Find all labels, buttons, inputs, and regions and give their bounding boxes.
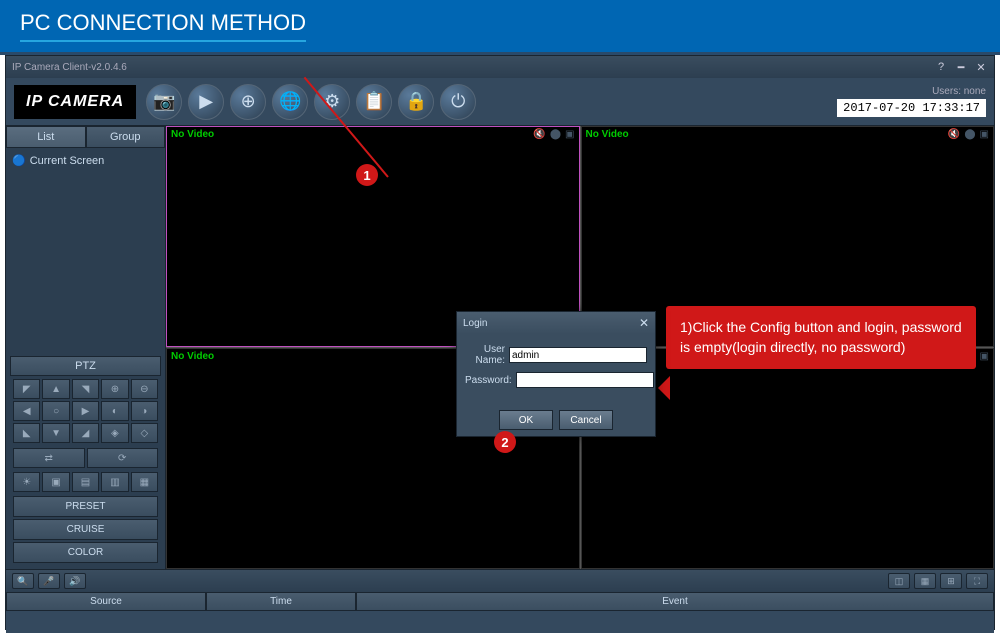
marker-2: 2 [494,431,516,453]
camera-icon[interactable]: 📷 [146,84,182,120]
pane-label: No Video [171,129,214,140]
cancel-button[interactable]: Cancel [559,410,613,430]
ptz-aux2-icon[interactable]: ▤ [72,472,99,492]
ptz-zoom-in-icon[interactable]: ⊕ [101,379,128,399]
banner-title: PC CONNECTION METHOD [20,10,306,42]
instruction-callout: 1)Click the Config button and login, pas… [666,306,976,369]
bottom-panel: 🔍 🎤 🔊 ◫ ▦ ⊞ ⛶ Source Time Event [6,569,994,629]
play-icon[interactable]: ▶ [188,84,224,120]
snap-icon[interactable]: ▣ [980,351,989,362]
col-source: Source [6,592,206,611]
mute-icon[interactable]: 🔇 [533,129,545,140]
timestamp: 2017-07-20 17:33:17 [837,99,986,117]
event-log: Source Time Event [6,592,994,630]
ptz-down-right-icon[interactable]: ◢ [72,423,99,443]
lock-icon[interactable]: 🔒 [398,84,434,120]
help-icon[interactable]: ? [934,60,948,74]
ptz-down-left-icon[interactable]: ◣ [13,423,40,443]
titlebar: IP Camera Client-v2.0.4.6 ? ━ ✕ [6,56,994,78]
ok-button[interactable]: OK [499,410,553,430]
login-dialog: Login ✕ User Name: Password: OK Cancel [456,311,656,437]
preset-button[interactable]: PRESET [13,496,158,517]
snap-icon[interactable]: ▣ [980,129,989,140]
config-gear-icon[interactable]: ⚙ [314,84,350,120]
globe-icon[interactable]: 🌐 [272,84,308,120]
minimize-icon[interactable]: ━ [954,60,968,74]
mic-icon[interactable]: 🎤 [38,573,60,589]
tab-group[interactable]: Group [86,126,166,148]
tree-item-label: Current Screen [30,155,105,167]
main-toolbar: 📷 ▶ ⊕ 🌐 ⚙ 📋 🔒 ⏻ [146,84,476,120]
mute-icon[interactable]: 🔇 [948,129,960,140]
ptz-up-left-icon[interactable]: ◤ [13,379,40,399]
speaker-icon[interactable]: 🔊 [64,573,86,589]
ptz-iris-out-icon[interactable]: ◇ [131,423,158,443]
dialog-title: Login [463,318,487,329]
ptz-focus-in-icon[interactable]: ◐ [101,401,128,421]
marker-1: 1 [356,164,378,186]
ptz-aux4-icon[interactable]: ▦ [131,472,158,492]
ptz-iris-in-icon[interactable]: ◈ [101,423,128,443]
ptz-aux1-icon[interactable]: ▣ [42,472,69,492]
color-button[interactable]: COLOR [13,542,158,563]
tree-current-screen[interactable]: 🔵 Current Screen [12,154,159,167]
ptz-down-icon[interactable]: ▼ [42,423,69,443]
window-title: IP Camera Client-v2.0.4.6 [12,62,127,73]
layout3-icon[interactable]: ⊞ [940,573,962,589]
col-event: Event [356,592,994,611]
username-label: User Name: [465,344,505,366]
password-input[interactable] [516,372,654,388]
close-icon[interactable]: ✕ [974,60,988,74]
password-label: Password: [465,375,512,386]
pane-label: No Video [171,351,214,362]
ptz-up-right-icon[interactable]: ◥ [72,379,99,399]
record-icon[interactable]: ⊕ [230,84,266,120]
callout-text: 1)Click the Config button and login, pas… [680,319,962,355]
logo: IP CAMERA [14,85,136,119]
users-label: Users: none [837,86,986,97]
username-input[interactable] [509,347,647,363]
ptz-light-icon[interactable]: ☀ [13,472,40,492]
snap-icon[interactable]: ▣ [565,129,574,140]
app-window: IP Camera Client-v2.0.4.6 ? ━ ✕ IP CAMER… [5,55,995,630]
doc-banner: PC CONNECTION METHOD [0,0,1000,55]
rec-icon[interactable]: ⬤ [550,129,561,140]
search-icon[interactable]: 🔍 [12,573,34,589]
cruise-button[interactable]: CRUISE [13,519,158,540]
screen-icon: 🔵 [12,154,26,167]
fullscreen-icon[interactable]: ⛶ [966,573,988,589]
ptz-left-icon[interactable]: ◀ [13,401,40,421]
ptz-up-icon[interactable]: ▲ [42,379,69,399]
ptz-swap-icon[interactable]: ⇄ [13,448,85,468]
ptz-zoom-out-icon[interactable]: ⊖ [131,379,158,399]
pane-label: No Video [586,129,629,140]
power-icon[interactable]: ⏻ [440,84,476,120]
tab-list[interactable]: List [6,126,86,148]
ptz-center-icon[interactable]: ○ [42,401,69,421]
dialog-close-icon[interactable]: ✕ [639,316,649,330]
layout2-icon[interactable]: ▦ [914,573,936,589]
ptz-title: PTZ [10,356,161,376]
sidebar: List Group 🔵 Current Screen PTZ ◤ ▲ ◥ ⊕ … [6,126,166,569]
ptz-aux3-icon[interactable]: ▥ [101,472,128,492]
ptz-right-icon[interactable]: ▶ [72,401,99,421]
header: IP CAMERA 📷 ▶ ⊕ 🌐 ⚙ 📋 🔒 ⏻ Users: none 20… [6,78,994,126]
ptz-sync-icon[interactable]: ⟳ [87,448,159,468]
log-icon[interactable]: 📋 [356,84,392,120]
col-time: Time [206,592,356,611]
layout1-icon[interactable]: ◫ [888,573,910,589]
ptz-focus-out-icon[interactable]: ◑ [131,401,158,421]
rec-icon[interactable]: ⬤ [964,129,975,140]
